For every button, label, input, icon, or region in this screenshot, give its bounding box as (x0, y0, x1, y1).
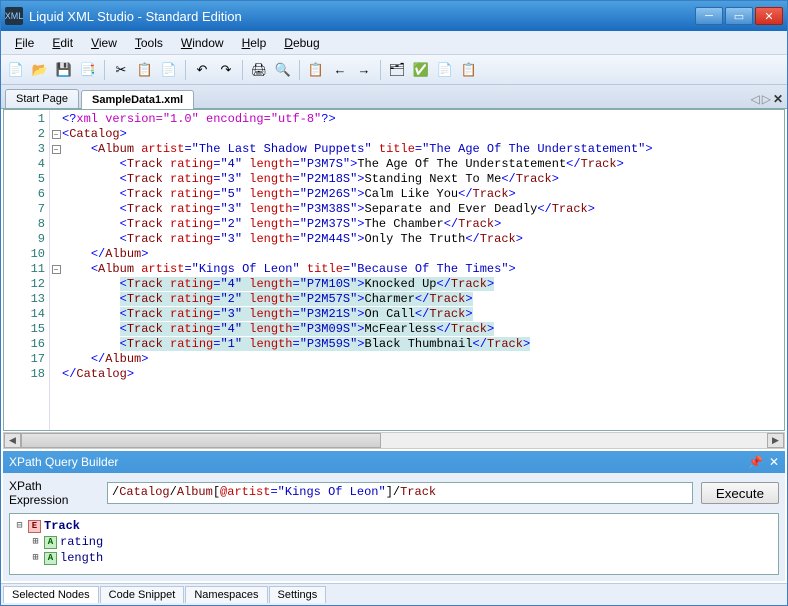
tab-sampledata1[interactable]: SampleData1.xml (81, 90, 194, 109)
document-tab-bar: Start Page SampleData1.xml ◁ ▷ ✕ (1, 85, 787, 109)
menu-tools[interactable]: Tools (127, 34, 171, 52)
tree-node[interactable]: ⊞Alength (14, 550, 774, 566)
pin-icon[interactable]: 📌 (748, 455, 763, 469)
toolbar: 📄📂💾📑✂📋📄↶↷🖨🔍📋←→🗂✅📄📋 (1, 55, 787, 85)
result-tree[interactable]: ⊟ETrack⊞Arating⊞Alength (9, 513, 779, 575)
toolbar-button[interactable]: ✅ (410, 59, 432, 81)
toolbar-button[interactable]: 📋 (134, 59, 156, 81)
toolbar-button[interactable]: 💾 (53, 59, 75, 81)
line-number-gutter: 123456789101112131415161718 (4, 110, 50, 430)
horizontal-scrollbar[interactable]: ◀ ▶ (3, 432, 785, 449)
toolbar-button[interactable]: 🖨 (248, 59, 270, 81)
toolbar-button[interactable]: → (353, 59, 375, 81)
tab-close-icon[interactable]: ✕ (773, 92, 783, 106)
toolbar-button[interactable]: 📄 (5, 59, 27, 81)
tab-start-page[interactable]: Start Page (5, 89, 79, 108)
bottom-tab[interactable]: Namespaces (185, 586, 267, 603)
menu-file[interactable]: File (7, 34, 42, 52)
toolbar-button[interactable]: 🗂 (386, 59, 408, 81)
tree-node[interactable]: ⊞Arating (14, 534, 774, 550)
xpath-input[interactable]: /Catalog/Album[@artist="Kings Of Leon"]/… (107, 482, 693, 504)
code-area[interactable]: <?xml version="1.0" encoding="utf-8"?><C… (62, 110, 784, 430)
bottom-tab[interactable]: Code Snippet (100, 586, 185, 603)
app-icon: XML (5, 7, 23, 25)
scroll-right-icon[interactable]: ▶ (767, 433, 784, 448)
xpath-panel: XPath Query Builder 📌 ✕ XPath Expression… (3, 451, 785, 581)
toolbar-button[interactable]: 📂 (29, 59, 51, 81)
toolbar-button[interactable]: 📄 (434, 59, 456, 81)
toolbar-button[interactable]: 📋 (305, 59, 327, 81)
tab-next-icon[interactable]: ▷ (762, 92, 771, 106)
menu-bar: File Edit View Tools Window Help Debug (1, 31, 787, 55)
toolbar-button[interactable]: ✂ (110, 59, 132, 81)
toolbar-button[interactable]: 📑 (77, 59, 99, 81)
minimize-button[interactable]: ─ (695, 7, 723, 25)
window-titlebar: XML Liquid XML Studio - Standard Edition… (1, 1, 787, 31)
execute-button[interactable]: Execute (701, 482, 779, 504)
panel-close-icon[interactable]: ✕ (769, 455, 779, 469)
toolbar-button[interactable]: 📄 (158, 59, 180, 81)
code-editor[interactable]: 123456789101112131415161718 −−− <?xml ve… (3, 109, 785, 431)
bottom-tab[interactable]: Settings (269, 586, 327, 603)
menu-debug[interactable]: Debug (276, 34, 327, 52)
tab-prev-icon[interactable]: ◁ (750, 92, 759, 106)
menu-window[interactable]: Window (173, 34, 232, 52)
toolbar-button[interactable]: ← (329, 59, 351, 81)
xpath-label: XPath Expression (9, 479, 99, 507)
menu-edit[interactable]: Edit (44, 34, 81, 52)
toolbar-button[interactable]: 🔍 (272, 59, 294, 81)
xpath-panel-title: XPath Query Builder (9, 455, 118, 469)
toolbar-button[interactable]: ↶ (191, 59, 213, 81)
scroll-left-icon[interactable]: ◀ (4, 433, 21, 448)
fold-gutter[interactable]: −−− (50, 110, 62, 430)
close-button[interactable]: ✕ (755, 7, 783, 25)
toolbar-button[interactable]: 📋 (458, 59, 480, 81)
maximize-button[interactable]: ▭ (725, 7, 753, 25)
bottom-tab-bar: Selected NodesCode SnippetNamespacesSett… (1, 583, 787, 605)
tree-node[interactable]: ⊟ETrack (14, 518, 774, 534)
bottom-tab[interactable]: Selected Nodes (3, 586, 99, 603)
window-title: Liquid XML Studio - Standard Edition (29, 9, 695, 24)
menu-help[interactable]: Help (234, 34, 275, 52)
menu-view[interactable]: View (83, 34, 125, 52)
toolbar-button[interactable]: ↷ (215, 59, 237, 81)
scrollbar-thumb[interactable] (21, 433, 381, 448)
